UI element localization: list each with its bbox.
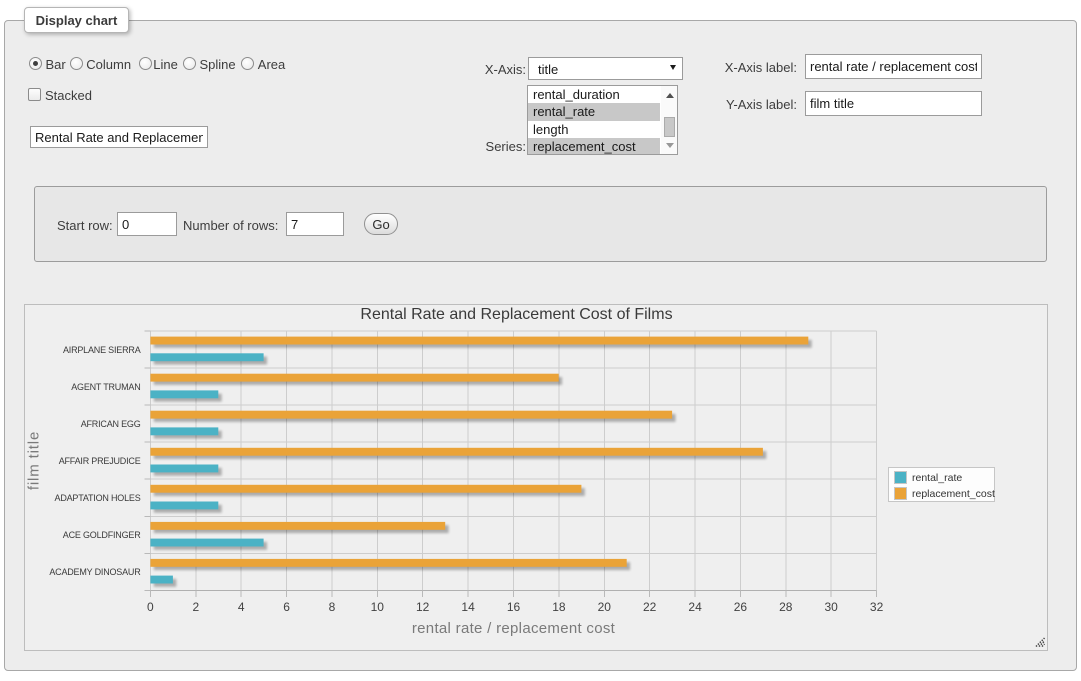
svg-text:film title: film title xyxy=(25,431,42,490)
